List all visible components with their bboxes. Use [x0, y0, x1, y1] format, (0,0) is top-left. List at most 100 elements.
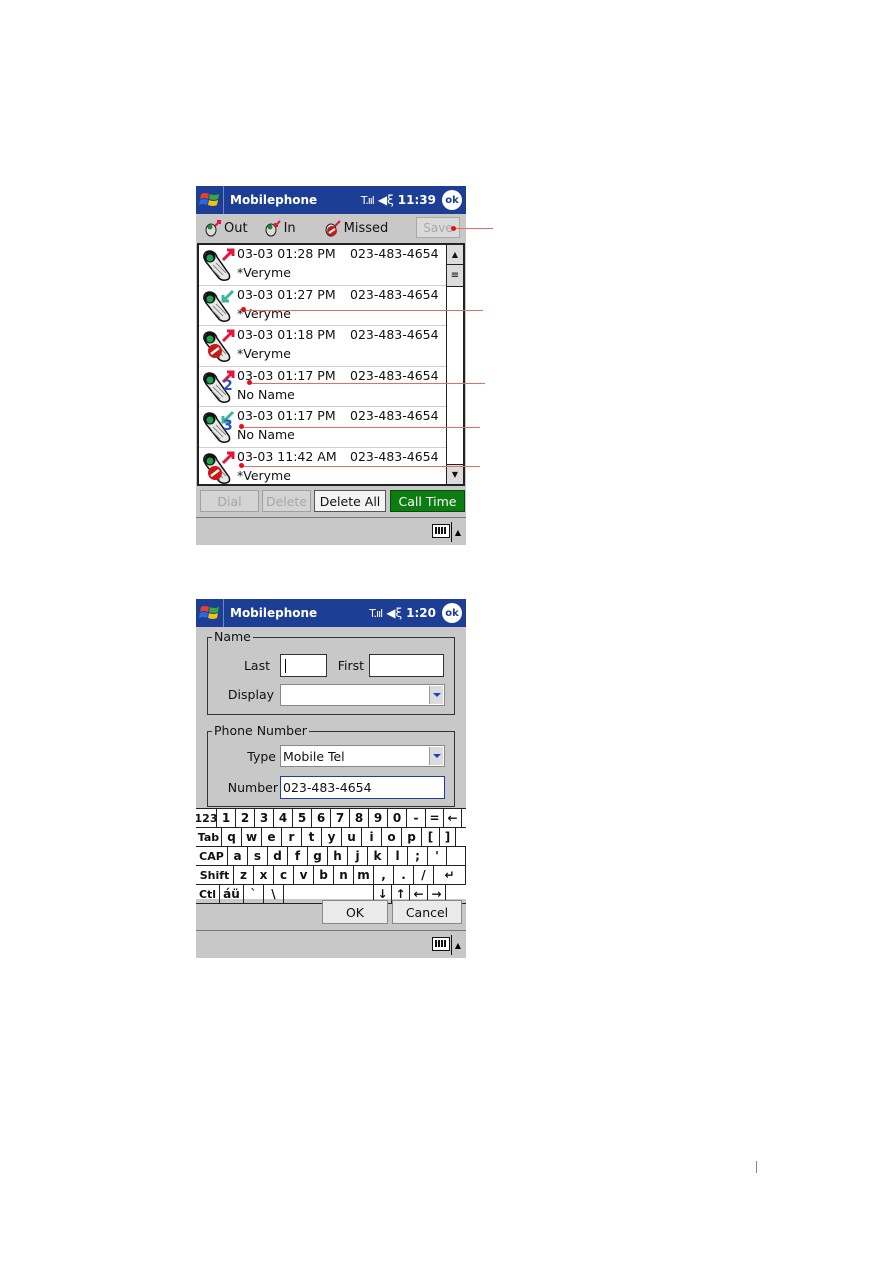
input-panel-arrow-icon[interactable]: ▲: [451, 935, 464, 955]
key[interactable]: b: [314, 866, 334, 884]
key[interactable]: i: [362, 828, 382, 846]
key[interactable]: `: [244, 885, 264, 903]
key[interactable]: \: [264, 885, 284, 903]
ok-dialog-button[interactable]: OK: [322, 900, 388, 924]
call-row[interactable]: 03-03 01:18 PM 023-483-4654 *Veryme: [199, 326, 447, 367]
key[interactable]: t: [302, 828, 322, 846]
key[interactable]: d: [268, 847, 288, 865]
key[interactable]: ↵: [434, 866, 466, 884]
key[interactable]: 3: [255, 809, 274, 827]
call-row[interactable]: 03-03 01:28 PM 023-483-4654 *Veryme: [199, 245, 447, 286]
key[interactable]: 4: [274, 809, 293, 827]
key[interactable]: y: [322, 828, 342, 846]
key[interactable]: c: [274, 866, 294, 884]
key[interactable]: /: [414, 866, 434, 884]
start-menu-button[interactable]: [196, 599, 224, 627]
call-row[interactable]: 2 03-03 01:17 PM 023-483-4654 No Name: [199, 367, 447, 407]
tab-in[interactable]: In: [264, 219, 296, 237]
key[interactable]: z: [234, 866, 254, 884]
keyboard-icon[interactable]: [432, 524, 450, 538]
key[interactable]: n: [334, 866, 354, 884]
ok-button[interactable]: ok: [442, 190, 462, 210]
key[interactable]: Tab: [196, 828, 222, 846]
key[interactable]: 6: [312, 809, 331, 827]
missed-call-icon: [203, 451, 235, 484]
key[interactable]: 123: [196, 809, 217, 827]
scroll-down-button[interactable]: ▼: [447, 464, 463, 484]
key[interactable]: e: [262, 828, 282, 846]
key[interactable]: ]: [440, 828, 456, 846]
delete-all-button[interactable]: Delete All: [314, 490, 386, 512]
key[interactable]: áü: [220, 885, 244, 903]
cancel-button[interactable]: Cancel: [392, 900, 462, 924]
key[interactable]: f: [288, 847, 308, 865]
key[interactable]: 2: [236, 809, 255, 827]
key[interactable]: Shift: [196, 866, 234, 884]
key[interactable]: =: [426, 809, 444, 827]
signal-strength-icon[interactable]: T.ııl: [369, 607, 383, 620]
dial-button[interactable]: Dial: [200, 490, 259, 512]
key[interactable]: ': [428, 847, 447, 865]
key[interactable]: m: [354, 866, 374, 884]
ok-button[interactable]: ok: [442, 603, 462, 623]
key[interactable]: 1: [217, 809, 236, 827]
signal-strength-icon[interactable]: T.ııl: [361, 194, 375, 207]
delete-button[interactable]: Delete: [262, 490, 311, 512]
start-menu-button[interactable]: [196, 186, 224, 214]
call-row[interactable]: 03-03 01:27 PM 023-483-4654 *Veryme: [199, 286, 447, 326]
scroll-thumb[interactable]: ≡: [447, 265, 463, 287]
key[interactable]: ←: [444, 809, 462, 827]
number-input[interactable]: 023-483-4654: [280, 776, 445, 799]
key[interactable]: 0: [388, 809, 407, 827]
key[interactable]: -: [407, 809, 426, 827]
type-select[interactable]: Mobile Tel: [280, 745, 445, 767]
key[interactable]: q: [222, 828, 242, 846]
scroll-up-button[interactable]: ▲: [447, 245, 463, 265]
key[interactable]: .: [394, 866, 414, 884]
keyboard-icon[interactable]: [432, 937, 450, 951]
tab-out[interactable]: Out: [204, 219, 248, 237]
key[interactable]: [: [422, 828, 440, 846]
input-panel-arrow-icon[interactable]: ▲: [451, 522, 464, 542]
key[interactable]: w: [242, 828, 262, 846]
tab-missed[interactable]: Missed: [324, 219, 388, 237]
missed-call-icon: [325, 220, 341, 237]
speaker-icon[interactable]: ◀ξ: [386, 606, 402, 620]
clock[interactable]: 1:20: [406, 606, 436, 620]
call-contact-name: *Veryme: [237, 467, 291, 483]
key[interactable]: l: [388, 847, 408, 865]
key[interactable]: CAP: [196, 847, 228, 865]
first-name-input[interactable]: [369, 654, 444, 677]
key[interactable]: k: [368, 847, 388, 865]
key[interactable]: 7: [331, 809, 350, 827]
key[interactable]: a: [228, 847, 248, 865]
key[interactable]: x: [254, 866, 274, 884]
key[interactable]: g: [308, 847, 328, 865]
speaker-icon[interactable]: ◀ξ: [378, 193, 394, 207]
key[interactable]: ;: [408, 847, 428, 865]
vertical-scrollbar[interactable]: ▲ ≡ ▼: [446, 245, 463, 484]
chevron-down-icon[interactable]: [429, 686, 443, 704]
blank-key[interactable]: [447, 847, 466, 865]
key[interactable]: Ctl: [196, 885, 220, 903]
key[interactable]: u: [342, 828, 362, 846]
menu-bar: ▲: [196, 517, 466, 545]
key[interactable]: ,: [374, 866, 394, 884]
key[interactable]: h: [328, 847, 348, 865]
key[interactable]: r: [282, 828, 302, 846]
display-select[interactable]: [280, 684, 445, 706]
chevron-down-icon[interactable]: [429, 747, 443, 765]
key[interactable]: o: [382, 828, 402, 846]
key[interactable]: 5: [293, 809, 312, 827]
key[interactable]: 9: [369, 809, 388, 827]
clock[interactable]: 11:39: [398, 193, 436, 207]
key[interactable]: p: [402, 828, 422, 846]
key[interactable]: s: [248, 847, 268, 865]
last-name-input[interactable]: [280, 654, 327, 677]
key[interactable]: v: [294, 866, 314, 884]
key[interactable]: 8: [350, 809, 369, 827]
call-time-button[interactable]: Call Time: [390, 490, 465, 512]
call-row[interactable]: 03-03 11:42 AM 023-483-4654 *Veryme: [199, 448, 447, 489]
call-datetime: 03-03 01:18 PM: [237, 327, 336, 342]
key[interactable]: j: [348, 847, 368, 865]
